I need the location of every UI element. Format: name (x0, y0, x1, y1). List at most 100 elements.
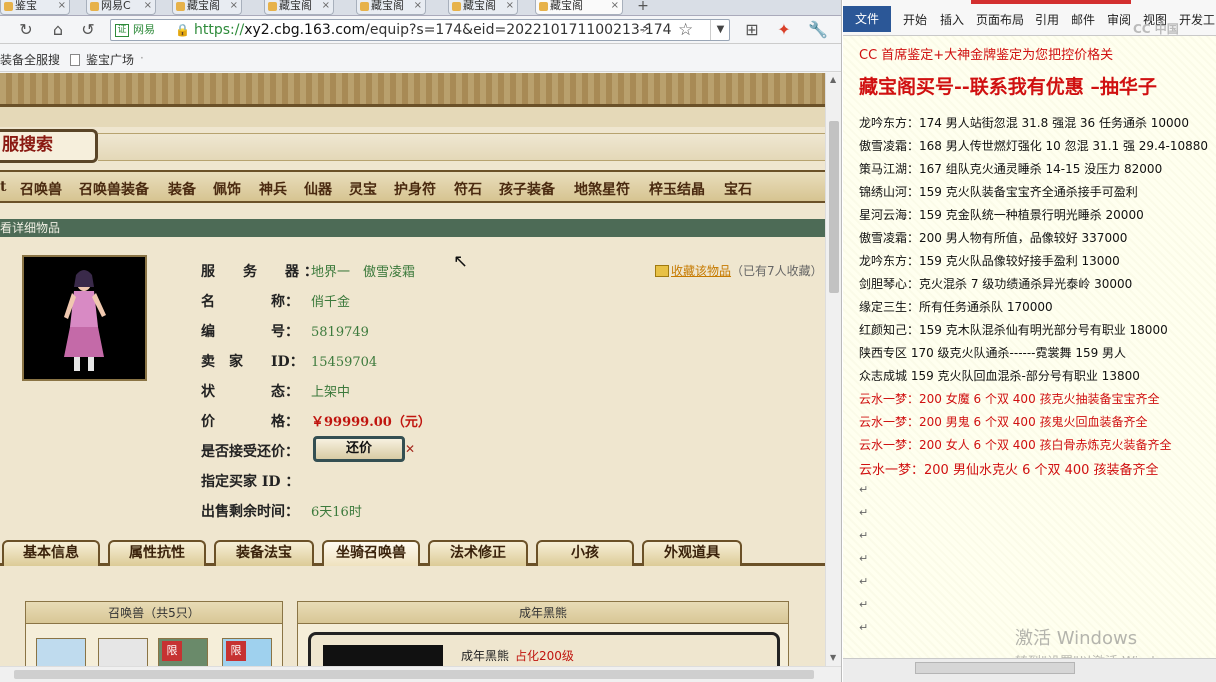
scroll-down-icon[interactable]: ▼ (830, 653, 836, 662)
ribbon-tab-review[interactable]: 审阅 (1107, 11, 1131, 28)
doc-line: 缘定三生：所有任务通杀队 170000 (859, 300, 1053, 314)
paragraph-mark-icon: ↵ (859, 483, 869, 496)
doc-line: 陕西专区 170 级克火队通杀------霓裳舞 159 男人 (859, 346, 1127, 360)
menu-item-accessory[interactable]: 佩饰 (213, 179, 241, 199)
tab-label: 藏宝阁 (279, 0, 312, 12)
pet-thumb[interactable]: 限 (158, 638, 208, 666)
doc-line: 众志成城 159 克火队回血混杀-部分号有职业 13800 (859, 369, 1140, 383)
favorite-link-label[interactable]: 收藏该物品 (671, 264, 731, 278)
price-value: ￥99999.00（元） (311, 415, 431, 430)
tab-spell[interactable]: 法术修正 (428, 540, 528, 566)
document-horizontal-scrollbar[interactable] (843, 658, 1216, 682)
navigation-bar: ↻ ⌂ ↺ 证网易 🔒 https://xy2.cbg.163.com/equi… (0, 16, 841, 44)
bookmark-item[interactable]: 鉴宝广场 (70, 51, 134, 68)
ribbon-tab-developer[interactable]: 开发工 (1179, 11, 1215, 28)
tab-equipment[interactable]: 装备法宝 (214, 540, 314, 566)
doc-line-red: 云水一梦：200 女人 6 个双 400 孩白骨赤炼克火装备齐全 (859, 438, 1172, 452)
ribbon-accent (971, 0, 1131, 4)
wrench-icon[interactable]: 🔧 (808, 20, 828, 40)
close-icon[interactable]: × (611, 0, 619, 12)
close-icon[interactable]: × (144, 0, 152, 12)
doc-headline: 藏宝阁买号--联系我有优惠 –抽华子 (859, 76, 1157, 98)
ribbon-tab-insert[interactable]: 插入 (940, 11, 964, 28)
pet-thumb[interactable]: 限 (222, 638, 272, 666)
bookmark-item[interactable]: 装备全服搜 (0, 51, 60, 68)
undo-icon[interactable]: ↺ (78, 20, 98, 40)
browser-tab[interactable]: 藏宝阁 × (356, 0, 426, 15)
browser-tab[interactable]: 藏宝阁 × (172, 0, 242, 15)
close-icon[interactable]: × (230, 0, 238, 12)
menu-item-amulet[interactable]: 护身符 (394, 179, 436, 199)
field-value: 俏千金 (311, 295, 351, 310)
scroll-up-icon[interactable]: ▲ (830, 75, 836, 84)
url-path: /equip?s=174&eid=202210171100213-174 (365, 22, 672, 38)
tab-basic-info[interactable]: 基本信息 (2, 540, 100, 566)
search-title[interactable]: 服搜索 (0, 129, 98, 163)
menu-item-equip[interactable]: 装备 (168, 179, 196, 199)
tab-label: 藏宝阁 (550, 0, 583, 12)
browser-window: 鉴宝 × 网易C × 藏宝阁 × 藏宝阁 × 藏宝阁 × 藏宝阁 × 藏宝阁 × + ↻ ⌂ … (0, 0, 842, 682)
horizontal-scrollbar[interactable] (0, 666, 841, 682)
tab-label: 鉴宝 (15, 0, 37, 12)
bargain-button[interactable]: 还价 (313, 436, 405, 462)
field-label: 编 号： (201, 324, 299, 340)
new-tab-button[interactable]: + (630, 0, 656, 14)
menu-item-summon[interactable]: 召唤兽 (20, 179, 62, 199)
tab-mount-summon[interactable]: 坐骑召唤兽 (322, 540, 420, 566)
favorite-item-link[interactable]: 收藏该物品（已有7人收藏） (655, 262, 823, 279)
field-value[interactable]: 地界一 傲雪凌霜 (311, 265, 415, 280)
vertical-scrollbar[interactable]: ▲ ▼ (825, 73, 841, 666)
close-icon[interactable]: × (414, 0, 422, 12)
lightning-icon[interactable]: ⚡ (641, 21, 651, 37)
page-icon (70, 54, 80, 66)
scroll-thumb[interactable] (14, 670, 814, 679)
menu-item-prefix[interactable]: t (0, 179, 6, 195)
gamepad-icon[interactable]: ✦ (774, 20, 794, 40)
browser-tab[interactable]: 鉴宝 × (0, 0, 70, 15)
menu-item-child-equip[interactable]: 孩子装备 (499, 179, 555, 199)
browser-tab[interactable]: 藏宝阁 × (448, 0, 518, 15)
pet-thumb[interactable] (98, 638, 148, 666)
menu-item-gem[interactable]: 宝石 (724, 179, 752, 199)
browser-tab[interactable]: 网易C × (86, 0, 156, 15)
menu-item-summon-equip[interactable]: 召唤兽装备 (79, 179, 149, 199)
menu-item-treasure[interactable]: 灵宝 (349, 179, 377, 199)
ribbon-tab-references[interactable]: 引用 (1035, 11, 1059, 28)
cc-watermark-logo: CC 中国 (1133, 22, 1179, 36)
close-icon[interactable]: × (506, 0, 514, 12)
scroll-thumb[interactable] (915, 662, 1075, 674)
star-icon[interactable]: ☆ (678, 20, 693, 40)
refresh-icon[interactable]: ↻ (16, 20, 36, 40)
menu-item-crystal[interactable]: 梓玉结晶 (649, 179, 705, 199)
file-tab[interactable]: 文件 (843, 6, 891, 32)
field-id: 编 号： 5819749 (201, 321, 369, 341)
scroll-thumb[interactable] (829, 121, 839, 293)
paragraph-mark-icon: ↵ (859, 506, 869, 519)
menu-item-rune[interactable]: 符石 (454, 179, 482, 199)
close-icon[interactable]: × (322, 0, 330, 12)
field-label: 是否接受还价： (201, 444, 299, 460)
menu-item-star-rune[interactable]: 地煞星符 (574, 179, 630, 199)
ribbon-tab-mail[interactable]: 邮件 (1071, 11, 1095, 28)
paragraph-mark-icon: ↵ (859, 552, 869, 565)
tab-label: 藏宝阁 (187, 0, 220, 12)
home-icon[interactable]: ⌂ (48, 20, 68, 40)
url-text: https://xy2.cbg.163.com/equip?s=174&eid=… (194, 22, 672, 39)
menu-item-weapon[interactable]: 神兵 (259, 179, 287, 199)
tab-appearance[interactable]: 外观道具 (642, 540, 742, 566)
pet-thumb[interactable] (36, 638, 86, 666)
chevron-down-icon[interactable]: ▼ (710, 20, 730, 40)
menu-item-fairy[interactable]: 仙器 (304, 179, 332, 199)
tab-child[interactable]: 小孩 (536, 540, 634, 566)
close-icon[interactable]: × (58, 0, 66, 12)
document-page[interactable]: CC 首席鉴定+大神金牌鉴定为您把控价格关 藏宝阁买号--联系我有优惠 –抽华子… (843, 36, 1216, 658)
grid-icon[interactable]: ⊞ (742, 20, 762, 40)
ribbon-tab-home[interactable]: 开始 (903, 11, 927, 28)
browser-tab-active[interactable]: 藏宝阁 × (535, 0, 623, 15)
ribbon-tab-layout[interactable]: 页面布局 (976, 11, 1024, 28)
address-bar[interactable]: 证网易 🔒 https://xy2.cbg.163.com/equip?s=17… (110, 19, 730, 41)
browser-tab[interactable]: 藏宝阁 × (264, 0, 334, 15)
adult-pet-image (323, 645, 443, 666)
brush-icon: ✕ (405, 442, 416, 456)
tab-attributes[interactable]: 属性抗性 (108, 540, 206, 566)
